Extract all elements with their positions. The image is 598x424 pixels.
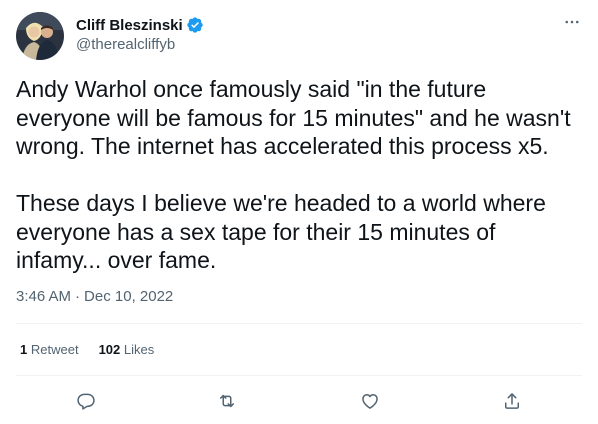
tweet-time[interactable]: 3:46 AM [16, 288, 71, 305]
verified-badge-icon [186, 16, 204, 34]
avatar[interactable] [16, 12, 64, 60]
retweet-icon [220, 394, 234, 408]
like-icon [362, 394, 378, 409]
share-icon [505, 393, 519, 409]
author-block: Cliff Bleszinski @therealcliffyb [76, 15, 204, 53]
likes-label: Likes [123, 342, 155, 357]
divider [16, 323, 582, 324]
reply-button[interactable] [71, 386, 101, 416]
divider [16, 375, 582, 376]
retweet-button[interactable] [212, 386, 242, 416]
likes-stat[interactable]: 102 Likes [99, 342, 155, 357]
tweet-card: Cliff Bleszinski @therealcliffyb Andy Wa… [0, 0, 598, 424]
timestamp-separator: · [75, 288, 81, 305]
timestamp[interactable]: 3:46 AM · Dec 10, 2022 [16, 288, 173, 305]
retweets-count: 1 [20, 342, 28, 357]
tweet-date[interactable]: Dec 10, 2022 [84, 288, 173, 305]
like-button[interactable] [355, 386, 385, 416]
name-row: Cliff Bleszinski [76, 15, 204, 35]
share-button[interactable] [497, 386, 527, 416]
display-name[interactable]: Cliff Bleszinski [76, 17, 183, 34]
likes-count: 102 [98, 342, 121, 357]
engagement-stats: 1 Retweet 102 Likes [20, 342, 154, 357]
avatar-image [16, 12, 64, 60]
tweet-text: Andy Warhol once famously said "in the f… [16, 76, 571, 273]
retweets-stat[interactable]: 1 Retweet [20, 342, 79, 357]
action-bar [16, 386, 582, 416]
handle[interactable]: @therealcliffyb [76, 36, 204, 53]
retweets-label: Retweet [30, 342, 79, 357]
more-button[interactable] [560, 10, 584, 34]
reply-icon [77, 393, 95, 410]
more-horizontal-icon [565, 20, 579, 24]
